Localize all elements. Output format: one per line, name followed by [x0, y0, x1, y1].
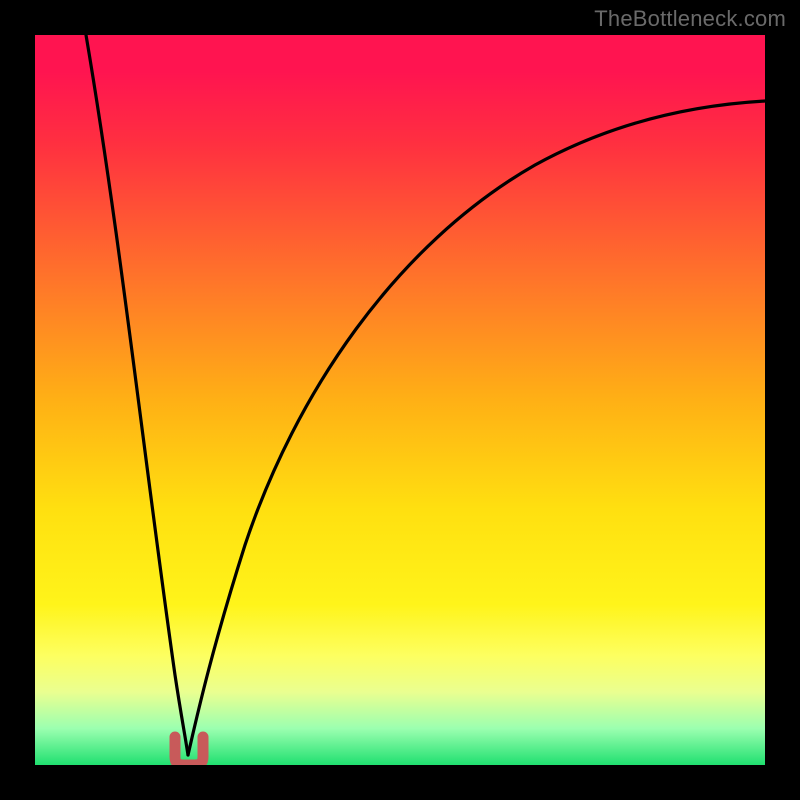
plot-curves-svg: [35, 35, 765, 765]
bottleneck-curve-left: [86, 35, 188, 755]
watermark-text: TheBottleneck.com: [594, 6, 786, 32]
plot-frame: [35, 35, 765, 765]
bottleneck-curve-right: [188, 101, 765, 755]
